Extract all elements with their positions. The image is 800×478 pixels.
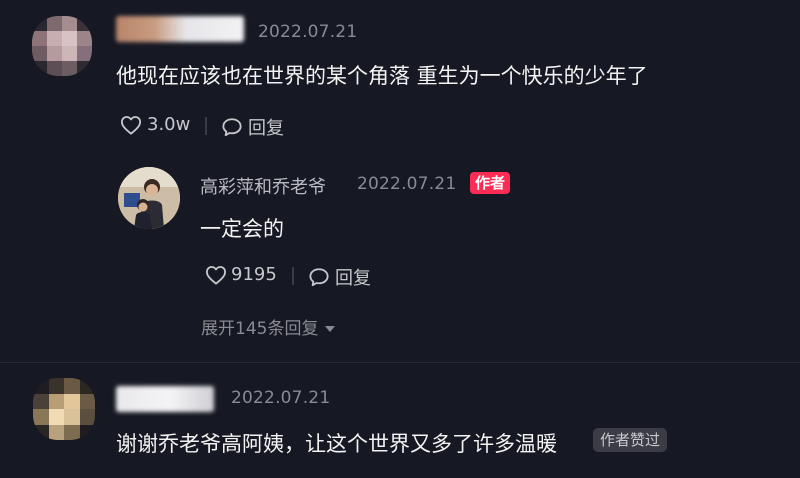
chat-bubble-icon: [308, 267, 330, 287]
caret-down-icon: [325, 318, 336, 338]
reply-label: 回复: [335, 268, 371, 289]
comment-date: 2022.07.21: [258, 22, 358, 42]
username-blurred[interactable]: [116, 386, 214, 412]
avatar[interactable]: [33, 378, 95, 440]
comment-text: 他现在应该也在世界的某个角落 重生为一个快乐的少年了: [116, 64, 648, 88]
comment-date: 2022.07.21: [231, 388, 331, 408]
author-liked-badge: 作者赞过: [593, 428, 668, 452]
action-divider: [292, 267, 294, 285]
expand-replies-label: 展开145条回复: [201, 319, 319, 339]
avatar[interactable]: [32, 16, 92, 76]
chat-bubble-icon: [221, 117, 243, 137]
heart-outline-icon: [120, 115, 142, 135]
like-count: 3.0w: [147, 114, 191, 135]
reply-text: 一定会的: [200, 217, 284, 241]
reply-date: 2022.07.21: [357, 174, 457, 194]
reply-author-name[interactable]: 高彩萍和乔老爷: [200, 173, 326, 199]
reply-like-count: 9195: [231, 264, 277, 285]
like-button[interactable]: 3.0w: [120, 114, 190, 135]
action-divider: [205, 117, 207, 135]
reply-button[interactable]: 回复: [221, 114, 284, 140]
author-avatar[interactable]: [118, 167, 180, 229]
reply-like-button[interactable]: 9195: [205, 264, 277, 285]
comment-text: 谢谢乔老爷高阿姨，让这个世界又多了许多温暖: [116, 432, 557, 456]
author-badge: 作者: [470, 172, 511, 194]
expand-replies-button[interactable]: 展开145条回复: [201, 314, 336, 339]
comment-divider: [0, 362, 800, 363]
reply-reply-button[interactable]: 回复: [308, 264, 371, 290]
reply-label: 回复: [248, 118, 284, 139]
username-blurred[interactable]: [116, 16, 244, 42]
heart-outline-icon: [205, 265, 227, 285]
